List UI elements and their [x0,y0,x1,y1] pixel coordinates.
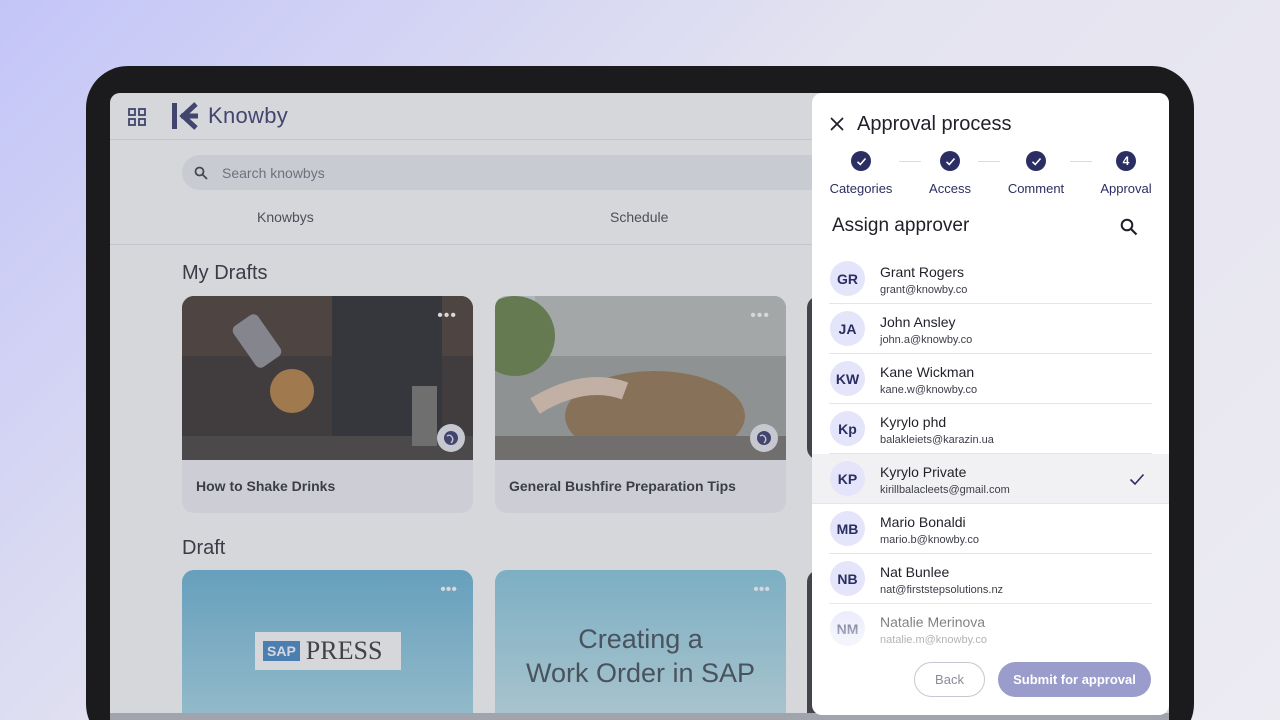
avatar: GR [830,261,865,296]
approver-name: Kane Wickman [880,364,975,380]
approver-email: nat@firststepsolutions.nz [880,584,1004,596]
check-icon [851,151,871,171]
check-icon [1129,473,1145,486]
stepper: Categories Access Comment 4 Approval [812,151,1169,201]
approver-row[interactable]: NB Nat Bunlee nat@firststepsolutions.nz [829,554,1152,604]
approver-email: john.a@knowby.co [880,334,973,346]
submit-for-approval-button[interactable]: Submit for approval [998,662,1151,697]
step-label: Access [929,181,971,196]
approver-row-selected[interactable]: KP Kyrylo Private kirillbalacleets@gmail… [812,454,1169,504]
step-comment[interactable]: Comment [991,151,1081,196]
approver-email: natalie.m@knowby.co [880,634,987,646]
check-icon [940,151,960,171]
approver-row[interactable]: GR Grant Rogers grant@knowby.co [829,254,1152,304]
approver-email: grant@knowby.co [880,284,968,296]
approver-name: John Ansley [880,314,956,330]
approver-email: kirillbalacleets@gmail.com [880,484,1010,496]
approver-row[interactable]: JA John Ansley john.a@knowby.co [829,304,1152,354]
step-label: Comment [1007,181,1065,196]
approver-name: Kyrylo phd [880,414,947,430]
avatar: Kp [830,411,865,446]
step-approval[interactable]: 4 Approval [1081,151,1169,196]
approver-email: balakleiets@karazin.ua [880,434,994,446]
step-access[interactable]: Access [905,151,995,196]
approver-name: Mario Bonaldi [880,514,966,530]
approver-row[interactable]: NM Natalie Merinova natalie.m@knowby.co [829,604,1152,654]
avatar: KW [830,361,865,396]
step-number: 4 [1116,151,1136,171]
back-button[interactable]: Back [914,662,985,697]
approver-list: GR Grant Rogers grant@knowby.co JA John … [812,254,1169,654]
approver-row[interactable]: MB Mario Bonaldi mario.b@knowby.co [829,504,1152,554]
approval-panel: Approval process Categories Access Comme… [812,93,1169,715]
avatar: MB [830,511,865,546]
step-categories[interactable]: Categories [816,151,906,196]
search-icon[interactable] [1120,218,1138,236]
approver-email: mario.b@knowby.co [880,534,979,546]
approver-name: Grant Rogers [880,264,965,280]
avatar: NB [830,561,865,596]
assign-approver-heading: Assign approver [832,215,970,236]
approver-name: Natalie Merinova [880,614,986,630]
approver-email: kane.w@knowby.co [880,384,978,396]
avatar: NM [830,611,865,646]
approver-row[interactable]: Kp Kyrylo phd balakleiets@karazin.ua [829,404,1152,454]
avatar: KP [830,461,865,496]
panel-title: Approval process [857,113,1012,135]
check-icon [1026,151,1046,171]
close-icon[interactable] [828,115,846,133]
avatar: JA [830,311,865,346]
approver-name: Kyrylo Private [880,464,967,480]
step-label: Approval [1100,181,1152,196]
step-label: Categories [829,181,893,196]
approver-name: Nat Bunlee [880,564,950,580]
approver-row[interactable]: KW Kane Wickman kane.w@knowby.co [829,354,1152,404]
